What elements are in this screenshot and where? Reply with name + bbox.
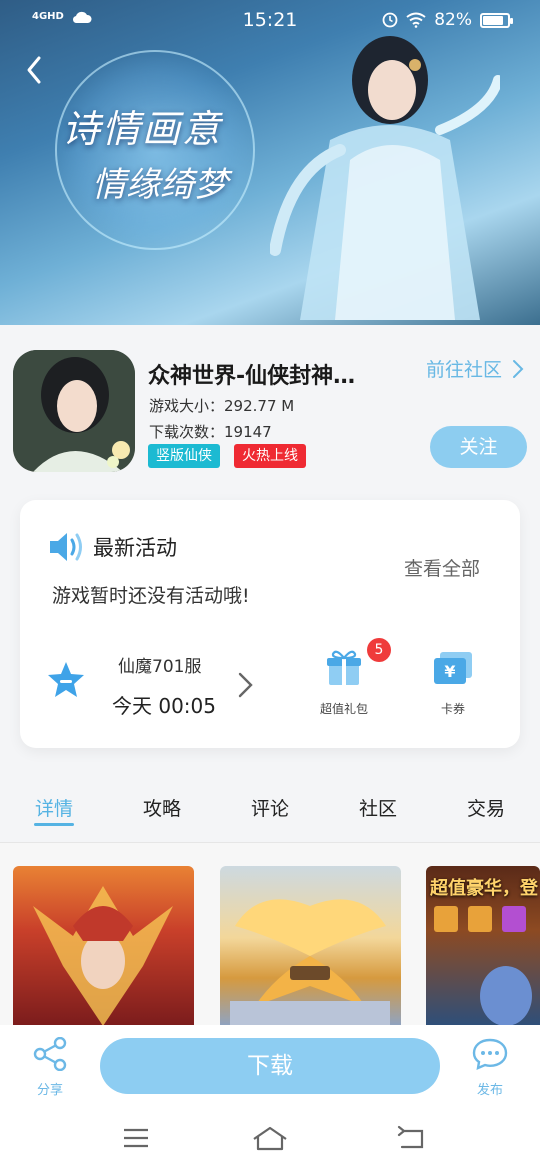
chat-bubble-icon — [472, 1038, 508, 1070]
coupon-icon: ¥ — [434, 652, 472, 684]
share-icon — [33, 1036, 67, 1072]
see-all-button[interactable]: 查看全部 — [404, 554, 480, 581]
back-nav-icon[interactable] — [392, 1123, 432, 1153]
publish-label: 发布 — [476, 1083, 503, 1098]
app-size: 游戏大小：292.77 M — [149, 397, 295, 415]
screenshot-2-art — [230, 899, 390, 1026]
coupon-label: 卡券 — [440, 702, 465, 716]
tab-guides[interactable]: 攻略 — [108, 780, 216, 840]
game-detail-page: 诗情画意 情缘绮梦 4GHD 15:21 82% 众神世界-仙侠封神… 游戏大小… — [0, 0, 540, 1170]
gift-icon — [327, 650, 361, 685]
server-name[interactable]: 仙魔701服 — [118, 652, 201, 677]
follow-button[interactable]: 关注 — [430, 426, 527, 468]
star-icon — [48, 662, 84, 697]
app-info-section: 众神世界-仙侠封神… 游戏大小：292.77 M 下载次数：19147 竖版仙侠… — [0, 325, 540, 500]
banner-character-illustration — [270, 36, 500, 320]
chevron-right-icon — [513, 359, 524, 378]
activity-empty-text: 游戏暂时还没有活动哦! — [52, 585, 250, 607]
screenshot-3[interactable]: 超值豪华，登 — [426, 866, 540, 1026]
banner-slogan-line2: 情缘绮梦 — [92, 165, 228, 205]
app-name: 众神世界-仙侠封神… — [148, 364, 356, 389]
home-icon[interactable] — [250, 1123, 290, 1153]
battery-fill — [483, 15, 503, 25]
tab-trade[interactable]: 交易 — [432, 780, 540, 840]
menu-icon[interactable] — [116, 1123, 156, 1153]
gift-pack-label: 超值礼包 — [319, 702, 368, 716]
tag-vertical-xianxia[interactable]: 竖版仙侠 — [148, 444, 220, 468]
screenshot-gallery: 超值豪华，登 — [0, 843, 540, 1026]
go-to-community-link[interactable]: 前往社区 — [426, 355, 524, 382]
activity-card: 最新活动 查看全部 游戏暂时还没有活动哦! 仙魔701服 今天 00:05 超值… — [20, 500, 520, 748]
alarm-icon — [382, 12, 398, 28]
share-label: 分享 — [36, 1083, 63, 1098]
tag-hot-launch[interactable]: 火热上线 — [234, 444, 306, 468]
wifi-icon — [406, 12, 426, 28]
speaker-icon — [50, 533, 82, 561]
back-arrow-icon[interactable] — [20, 52, 50, 88]
community-link-label: 前往社区 — [425, 359, 502, 381]
publish-button[interactable]: 发布 — [468, 1037, 512, 1098]
banner-slogan: 诗情画意 情缘绮梦 — [62, 98, 228, 206]
battery-percent: 82% — [434, 10, 472, 30]
tab-community[interactable]: 社区 — [324, 780, 432, 840]
screenshot-2[interactable] — [220, 866, 401, 1026]
battery-icon — [480, 12, 513, 28]
activity-title: 最新活动 — [93, 536, 177, 560]
app-download-count: 下载次数：19147 — [149, 423, 272, 441]
hero-banner: 诗情画意 情缘绮梦 4GHD 15:21 82% — [0, 0, 540, 325]
banner-slogan-line1: 诗情画意 — [62, 107, 223, 151]
gift-pack-button[interactable]: 超值礼包 — [318, 648, 370, 717]
screenshot-1-art — [33, 886, 173, 1026]
status-bar: 4GHD 15:21 82% — [0, 0, 540, 42]
activity-header: 最新活动 — [47, 530, 177, 564]
share-button[interactable]: 分享 — [28, 1036, 72, 1098]
app-icon[interactable] — [13, 350, 135, 472]
server-open-time: 今天 00:05 — [112, 694, 216, 718]
gift-count-badge: 5 — [367, 638, 391, 662]
detail-tabs: 详情 攻略 评论 社区 交易 — [0, 780, 540, 840]
coupon-button[interactable]: ¥ 卡券 — [430, 650, 476, 717]
tab-reviews[interactable]: 评论 — [216, 780, 324, 840]
screenshot-3-art — [434, 906, 532, 1026]
system-nav-bar — [0, 1105, 540, 1170]
bottom-action-bar: 分享 下载 发布 — [0, 1025, 540, 1105]
tab-details[interactable]: 详情 — [0, 780, 108, 840]
screenshot-1[interactable] — [13, 866, 194, 1026]
svg-text:¥: ¥ — [444, 662, 455, 681]
server-chevron-right-icon[interactable] — [236, 670, 256, 700]
status-right: 82% — [382, 10, 513, 30]
download-button[interactable]: 下载 — [100, 1038, 440, 1094]
